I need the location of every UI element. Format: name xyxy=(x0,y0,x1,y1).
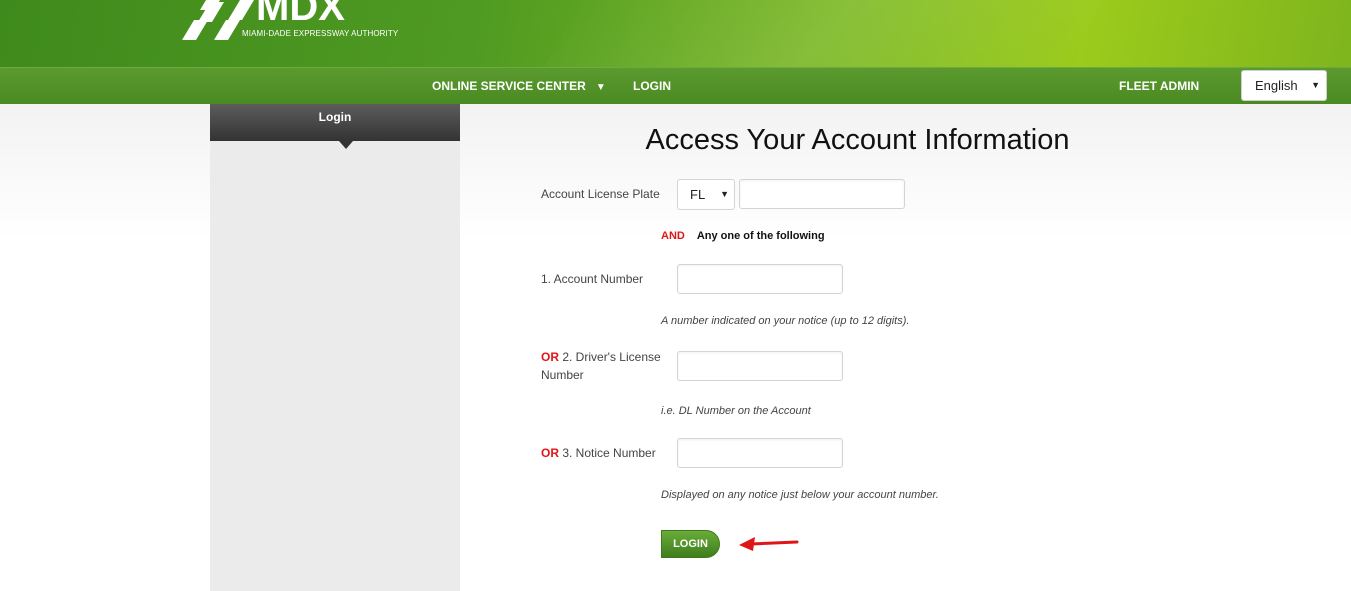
page-title: Access Your Account Information xyxy=(645,124,1070,156)
language-select[interactable]: English ▼ xyxy=(1241,70,1327,101)
chevron-down-icon: ▼ xyxy=(1311,80,1320,90)
and-word: AND xyxy=(661,230,685,242)
drivers-license-input[interactable] xyxy=(677,351,843,381)
tab-pointer-icon xyxy=(339,141,353,149)
notice-number-label-text: 3. Notice Number xyxy=(562,446,656,460)
chevron-down-icon: ▼ xyxy=(720,189,729,199)
logo-subtitle: MIAMI-DADE EXPRESSWAY AUTHORITY xyxy=(242,29,399,38)
nav-online-service-center[interactable]: ONLINE SERVICE CENTER ▼ xyxy=(432,68,606,104)
banner-sheen xyxy=(513,0,1127,67)
or-word: OR xyxy=(541,350,559,364)
account-number-input[interactable] xyxy=(677,264,843,294)
drivers-license-label: OR 2. Driver's License Number xyxy=(541,348,671,384)
and-instruction: AND Any one of the following xyxy=(661,230,825,242)
or-word: OR xyxy=(541,446,559,460)
notice-number-input[interactable] xyxy=(677,438,843,468)
header-banner: MDX MIAMI-DADE EXPRESSWAY AUTHORITY xyxy=(0,0,1351,67)
sidebar: Login xyxy=(210,104,460,591)
account-number-label: 1. Account Number xyxy=(541,272,644,286)
top-nav: ONLINE SERVICE CENTER ▼ LOGIN FLEET ADMIN… xyxy=(0,67,1351,104)
nav-online-service-center-label: ONLINE SERVICE CENTER xyxy=(432,79,586,93)
sidebar-tab-login[interactable]: Login xyxy=(210,104,460,141)
license-plate-input[interactable] xyxy=(739,179,905,209)
drivers-license-label-line1: 2. Driver's License xyxy=(562,350,661,364)
state-select-value: FL xyxy=(690,187,706,202)
chevron-down-icon: ▼ xyxy=(595,82,606,93)
state-select[interactable]: FL ▼ xyxy=(677,179,735,210)
and-text: Any one of the following xyxy=(696,230,825,242)
language-select-value: English xyxy=(1255,78,1298,93)
mdx-logo[interactable]: MDX xyxy=(178,0,418,48)
license-plate-label: Account License Plate xyxy=(541,187,660,201)
nav-fleet-admin[interactable]: FLEET ADMIN xyxy=(1119,68,1199,104)
drivers-license-label-line2: Number xyxy=(541,368,584,382)
red-arrow-icon xyxy=(739,537,799,551)
login-button[interactable]: LOGIN xyxy=(661,530,720,558)
svg-text:MDX: MDX xyxy=(256,0,345,29)
notice-number-hint: Displayed on any notice just below your … xyxy=(661,489,939,501)
nav-login[interactable]: LOGIN xyxy=(633,68,671,104)
account-number-hint: A number indicated on your notice (up to… xyxy=(661,315,910,327)
drivers-license-hint: i.e. DL Number on the Account xyxy=(661,405,811,417)
notice-number-label: OR 3. Notice Number xyxy=(541,444,656,462)
